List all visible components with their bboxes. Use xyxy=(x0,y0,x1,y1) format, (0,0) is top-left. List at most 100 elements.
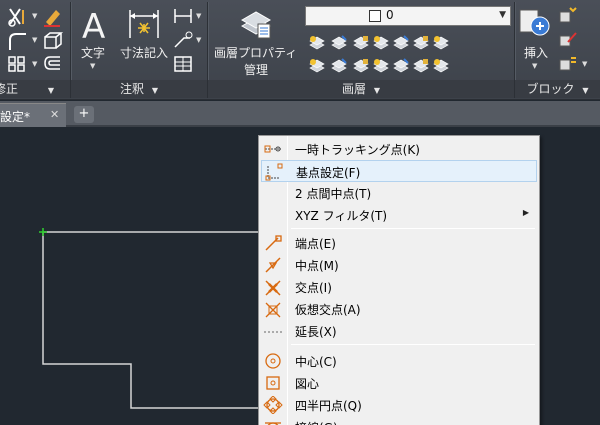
intersection-icon xyxy=(263,278,283,296)
submenu-arrow-icon: ▶ xyxy=(522,208,529,217)
layer-properties-icon[interactable] xyxy=(238,6,274,40)
chevron-down-icon: ▼ xyxy=(47,86,54,95)
table-icon[interactable] xyxy=(172,54,194,74)
menu-item-label: 接線(G) xyxy=(295,419,338,425)
trim-icon[interactable] xyxy=(6,6,30,28)
chevron-down-icon: ▼ xyxy=(582,86,589,95)
layer-current-icon-2[interactable] xyxy=(432,57,450,75)
3d-box-icon[interactable] xyxy=(42,30,64,52)
layer-properties-label-2[interactable]: 管理 xyxy=(244,61,268,78)
cursor-crosshair xyxy=(39,228,47,236)
panel-title-annotation[interactable]: 注釈 ▼ xyxy=(71,80,207,98)
menu-item[interactable]: 一時トラッキング点(K) xyxy=(261,138,537,160)
chevron-down-icon: ▼ xyxy=(373,86,380,95)
menu-item[interactable]: 2 点間中点(T) xyxy=(261,182,537,204)
panel-title-layers[interactable]: 画層 ▼ xyxy=(208,80,514,98)
insert-block-icon[interactable] xyxy=(518,4,552,40)
layer-match-icon-2[interactable] xyxy=(308,57,326,75)
close-icon[interactable]: ✕ xyxy=(50,108,59,121)
panel-title-label: 注釈 xyxy=(120,82,145,96)
layer-off-icon[interactable] xyxy=(392,34,410,52)
menu-item-label: 2 点間中点(T) xyxy=(295,187,372,201)
menu-item[interactable]: 延長(X) xyxy=(261,320,537,342)
from-icon xyxy=(264,163,284,181)
fillet-icon[interactable] xyxy=(6,30,30,52)
quadrant-icon xyxy=(263,395,283,415)
document-tab-bar: 設定* ✕ + xyxy=(0,101,600,127)
menu-separator xyxy=(291,344,535,345)
panel-title-label: ブロック xyxy=(526,82,575,96)
dimension-style-icon[interactable] xyxy=(172,6,194,26)
layer-freeze-icon-2[interactable] xyxy=(372,57,390,75)
create-block-icon[interactable] xyxy=(558,6,578,24)
menu-item-label: XYZ フィルタ(T) xyxy=(295,209,388,223)
menu-item-label: 図心 xyxy=(295,377,320,391)
layer-color-swatch xyxy=(369,10,381,22)
geometric-center-icon xyxy=(263,374,283,392)
menu-item-label: 延長(X) xyxy=(295,325,337,339)
panel-title-block[interactable]: ブロック ▼ xyxy=(515,80,600,98)
edit-block-icon[interactable] xyxy=(558,30,578,48)
tangent-icon xyxy=(263,418,283,425)
menu-item[interactable]: 中点(M) xyxy=(261,254,537,276)
layer-unlock-icon[interactable] xyxy=(412,34,430,52)
add-tab-button[interactable]: + xyxy=(74,106,94,123)
menu-item[interactable]: 交点(I) xyxy=(261,276,537,298)
menu-item-icon-blank xyxy=(263,184,283,202)
menu-item-label: 中心(C) xyxy=(295,355,337,369)
ribbon: ▼ ▼ ▼ 修正 ▼ A 文字 ▼ 寸法記入 ▼ ▼ 注釈 ▼ 画層プロパティ … xyxy=(0,0,600,100)
menu-item[interactable]: 基点設定(F) xyxy=(261,160,537,182)
temp-tracking-icon xyxy=(263,140,283,158)
layer-previous-icon-2[interactable] xyxy=(330,57,348,75)
menu-item[interactable]: 端点(E) xyxy=(261,232,537,254)
document-tab[interactable]: 設定* ✕ xyxy=(0,103,66,127)
menu-item-label: 仮想交点(A) xyxy=(295,303,361,317)
chevron-down-icon: ▼ xyxy=(499,10,506,20)
menu-item-label: 中点(M) xyxy=(295,259,339,273)
menu-item-icon-blank xyxy=(263,206,283,224)
menu-item[interactable]: XYZ フィルタ(T) ▶ xyxy=(261,204,537,226)
layer-unlock-icon-2[interactable] xyxy=(412,57,430,75)
menu-item[interactable]: 図心 xyxy=(261,372,537,394)
menu-item[interactable]: 接線(G) xyxy=(261,416,537,425)
menu-item-label: 一時トラッキング点(K) xyxy=(295,143,420,157)
layer-dropdown[interactable]: 0 ▼ xyxy=(305,6,511,26)
menu-item-label: 端点(E) xyxy=(295,237,336,251)
panel-title-label: 修正 xyxy=(0,82,19,96)
block-attribute-icon[interactable] xyxy=(558,54,578,72)
apparent-intersection-icon xyxy=(263,300,283,318)
document-tab-label: 設定* xyxy=(0,110,31,124)
dimension-tool-label[interactable]: 寸法記入 xyxy=(120,44,168,61)
layer-match-icon[interactable] xyxy=(308,34,326,52)
array-icon[interactable] xyxy=(6,54,30,74)
layer-current-icon[interactable] xyxy=(432,34,450,52)
panel-title-label: 画層 xyxy=(342,82,367,96)
svg-text:A: A xyxy=(82,7,105,42)
menu-item[interactable]: 仮想交点(A) xyxy=(261,298,537,320)
layer-isolate-icon-2[interactable] xyxy=(352,57,370,75)
text-tool-label[interactable]: 文字 xyxy=(81,44,105,61)
layer-isolate-icon[interactable] xyxy=(352,34,370,52)
osnap-context-menu: 一時トラッキング点(K) 基点設定(F) 2 点間中点(T) XYZ フィルタ(T) ▶… xyxy=(258,135,540,425)
extension-icon xyxy=(263,322,283,340)
offset-icon[interactable] xyxy=(42,54,64,74)
layer-previous-icon[interactable] xyxy=(330,34,348,52)
text-tool-icon[interactable]: A xyxy=(78,6,110,47)
linear-dimension-icon[interactable] xyxy=(124,4,164,42)
menu-item-label: 交点(I) xyxy=(295,281,332,295)
layer-properties-label[interactable]: 画層プロパティ xyxy=(214,44,297,61)
layer-freeze-icon[interactable] xyxy=(372,34,390,52)
menu-item[interactable]: 四半円点(Q) xyxy=(261,394,537,416)
menu-item-label: 基点設定(F) xyxy=(296,166,361,180)
menu-item-label: 四半円点(Q) xyxy=(295,399,362,413)
layer-off-icon-2[interactable] xyxy=(392,57,410,75)
center-icon xyxy=(263,352,283,370)
insert-label[interactable]: 挿入 xyxy=(524,44,548,61)
menu-item[interactable]: 中心(C) xyxy=(261,350,537,372)
app-window: ▼ ▼ ▼ 修正 ▼ A 文字 ▼ 寸法記入 ▼ ▼ 注釈 ▼ 画層プロパティ … xyxy=(0,0,600,425)
midpoint-icon xyxy=(263,256,283,274)
panel-title-modify[interactable]: 修正 ▼ xyxy=(0,80,70,98)
erase-icon[interactable] xyxy=(42,6,64,28)
leader-icon[interactable] xyxy=(172,30,194,50)
menu-separator xyxy=(291,228,535,229)
